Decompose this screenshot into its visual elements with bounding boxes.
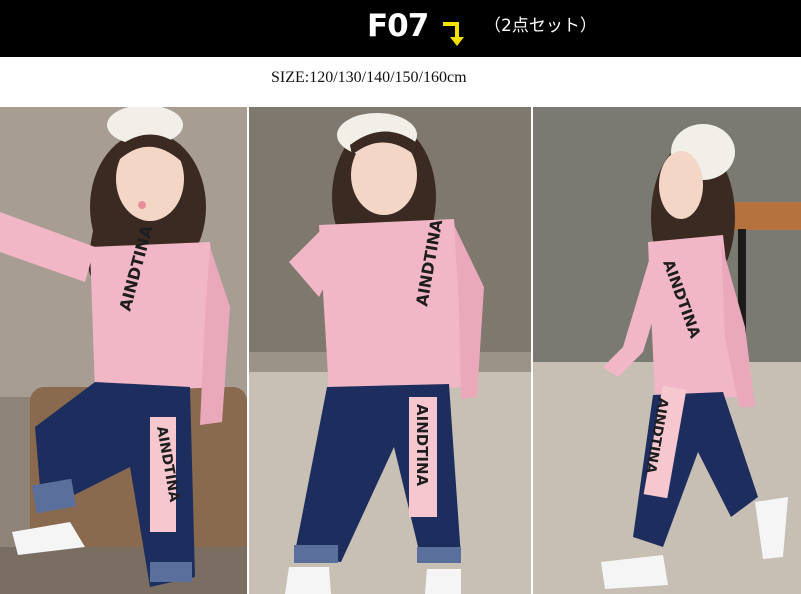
product-code: F07 <box>367 8 429 44</box>
size-info: SIZE:120/130/140/150/160cm <box>271 69 467 86</box>
header-bar: F07 （2点セット） <box>0 0 801 57</box>
set-label: （2点セット） <box>484 16 597 36</box>
pants-print-text: AINDTINA <box>413 404 431 487</box>
product-photo-2: AINDTINA AINDTINA <box>249 107 531 594</box>
arrow-down-right-icon <box>443 22 464 46</box>
product-photo-3: AINDTINA AINDTINA <box>533 107 801 594</box>
product-photo-1: AINDTINA AINDTINA <box>0 107 247 594</box>
